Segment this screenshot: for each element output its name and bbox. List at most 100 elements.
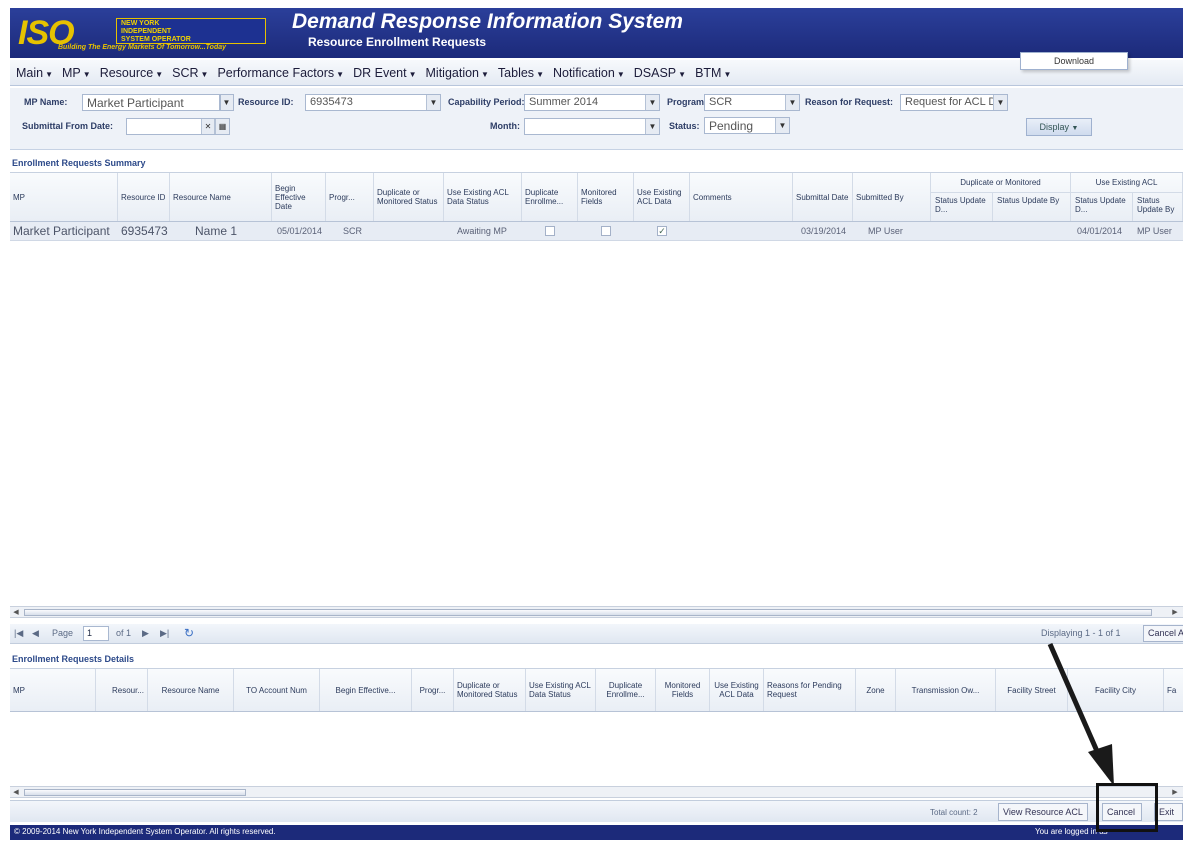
scrollbar-thumb[interactable] <box>24 789 246 796</box>
refresh-icon[interactable]: ↻ <box>184 626 194 640</box>
dcol-resource-name[interactable]: Resource Name <box>148 669 234 711</box>
program-select[interactable]: SCR ▼ <box>704 94 800 111</box>
exit-button[interactable]: Exit <box>1154 803 1183 821</box>
month-label: Month: <box>490 121 520 131</box>
col-begin-date[interactable]: Begin Effective Date <box>272 173 326 221</box>
cancel-acl-button[interactable]: Cancel ACL <box>1143 625 1183 642</box>
scroll-right-icon[interactable]: ▶ <box>1170 788 1180 797</box>
displaying-count: Displaying 1 - 1 of 1 <box>1041 628 1121 638</box>
dcol-reasons-pending[interactable]: Reasons for Pending Request <box>764 669 856 711</box>
cell-begin-date: 05/01/2014 <box>277 226 323 236</box>
col-comments[interactable]: Comments <box>690 173 793 221</box>
col-acl-status-update-date[interactable]: Status Update D... <box>1071 193 1133 221</box>
col-submitted-by[interactable]: Submitted By <box>853 173 931 221</box>
chevron-down-icon: ▼ <box>155 69 164 79</box>
menu-dr-event[interactable]: DR Event ▼ <box>353 66 416 80</box>
view-resource-acl-button[interactable]: View Resource ACL <box>998 803 1088 821</box>
dcol-acl-status[interactable]: Use Existing ACL Data Status <box>526 669 596 711</box>
col-duplicate-enrollment[interactable]: Duplicate Enrollme... <box>522 173 578 221</box>
reason-select[interactable]: Request for ACL Da ▼ <box>900 94 1008 111</box>
dcol-use-acl[interactable]: Use Existing ACL Data <box>710 669 764 711</box>
clear-icon[interactable]: ✕ <box>201 119 215 134</box>
status-select[interactable]: Pending ▼ <box>704 117 790 134</box>
scroll-right-icon[interactable]: ▶ <box>1170 608 1180 617</box>
summary-section-title: Enrollment Requests Summary <box>12 158 146 168</box>
submittal-from-input[interactable]: ✕ ▦ <box>126 118 230 135</box>
capability-period-label: Capability Period: <box>448 97 525 107</box>
next-page-icon[interactable]: ▶ <box>142 628 149 639</box>
dcol-duplicate-enrollment[interactable]: Duplicate Enrollme... <box>596 669 656 711</box>
app-header: ISO NEW YORK INDEPENDENT SYSTEM OPERATOR… <box>10 8 1183 58</box>
menu-resource[interactable]: Resource ▼ <box>100 66 163 80</box>
table-row[interactable]: Market Participant 6935473 Name 1 05/01/… <box>10 222 1183 241</box>
scroll-left-icon[interactable]: ◀ <box>11 608 21 617</box>
chevron-down-icon: ▼ <box>221 95 233 110</box>
col-dup-status-update-by[interactable]: Status Update By <box>993 193 1071 221</box>
month-select[interactable]: ▼ <box>524 118 660 135</box>
logo-tagline: Building The Energy Markets Of Tomorrow.… <box>58 44 227 51</box>
summary-horizontal-scrollbar[interactable]: ◀ ▶ <box>10 606 1183 618</box>
menu-scr[interactable]: SCR ▼ <box>172 66 208 80</box>
menu-dsasp[interactable]: DSASP ▼ <box>634 66 686 80</box>
menu-main[interactable]: Main ▼ <box>16 66 53 80</box>
app-title: Demand Response Information System <box>292 10 683 33</box>
capability-period-select[interactable]: Summer 2014 ▼ <box>524 94 660 111</box>
calendar-icon[interactable]: ▦ <box>215 119 229 134</box>
dcol-monitored-fields[interactable]: Monitored Fields <box>656 669 710 711</box>
chevron-down-icon: ▼ <box>616 69 625 79</box>
dcol-begin-effective[interactable]: Begin Effective... <box>320 669 412 711</box>
duplicate-checkbox[interactable] <box>545 226 555 236</box>
col-mp[interactable]: MP <box>10 173 118 221</box>
page-number-input[interactable]: 1 <box>83 626 109 641</box>
use-acl-checkbox[interactable]: ✓ <box>657 226 667 236</box>
download-menu-item[interactable]: Download <box>1020 52 1128 70</box>
dcol-zone[interactable]: Zone <box>856 669 896 711</box>
menu-performance-factors[interactable]: Performance Factors ▼ <box>217 66 344 80</box>
col-program[interactable]: Progr... <box>326 173 374 221</box>
menu-notification[interactable]: Notification ▼ <box>553 66 625 80</box>
display-button[interactable]: Display ▼ <box>1026 118 1092 136</box>
chevron-down-icon: ▼ <box>426 95 440 110</box>
mp-name-dropdown[interactable]: ▼ <box>220 94 234 111</box>
col-resource-id[interactable]: Resource ID <box>118 173 170 221</box>
menu-mp[interactable]: MP ▼ <box>62 66 91 80</box>
menu-btm[interactable]: BTM ▼ <box>695 66 731 80</box>
chevron-down-icon: ▼ <box>785 95 799 110</box>
mp-name-select[interactable]: Market Participant <box>82 94 220 111</box>
resource-id-select[interactable]: 6935473 ▼ <box>305 94 441 111</box>
chevron-down-icon: ▼ <box>45 69 54 79</box>
scrollbar-thumb[interactable] <box>24 609 1152 616</box>
menu-tables[interactable]: Tables ▼ <box>498 66 544 80</box>
dcol-mp[interactable]: MP <box>10 669 96 711</box>
chevron-down-icon: ▼ <box>723 69 732 79</box>
last-page-icon[interactable]: ▶| <box>160 628 169 639</box>
dcol-duplicate-status[interactable]: Duplicate or Monitored Status <box>454 669 526 711</box>
details-toolbar: Total count: 2 View Resource ACL Cancel … <box>10 800 1183 822</box>
dcol-resource[interactable]: Resour... <box>96 669 148 711</box>
col-duplicate-status[interactable]: Duplicate or Monitored Status <box>374 173 444 221</box>
chevron-down-icon: ▼ <box>678 69 687 79</box>
chevron-down-icon: ▼ <box>1071 125 1079 132</box>
dcol-to-account[interactable]: TO Account Num <box>234 669 320 711</box>
dcol-program[interactable]: Progr... <box>412 669 454 711</box>
first-page-icon[interactable]: |◀ <box>14 628 23 639</box>
cell-acl-update-by: MP User <box>1137 226 1172 236</box>
col-submittal-date[interactable]: Submittal Date <box>793 173 853 221</box>
col-acl-status[interactable]: Use Existing ACL Data Status <box>444 173 522 221</box>
monitored-checkbox[interactable] <box>601 226 611 236</box>
dcol-facility-more[interactable]: Fa <box>1164 669 1183 711</box>
col-resource-name[interactable]: Resource Name <box>170 173 272 221</box>
col-dup-status-update-date[interactable]: Status Update D... <box>931 193 993 221</box>
col-monitored-fields[interactable]: Monitored Fields <box>578 173 634 221</box>
chevron-down-icon: ▼ <box>408 69 417 79</box>
details-horizontal-scrollbar[interactable]: ◀ ▶ <box>10 786 1183 798</box>
annotation-arrow-icon <box>1047 642 1114 786</box>
col-acl-status-update-by[interactable]: Status Update By <box>1133 193 1183 221</box>
nyiso-logo: ISO NEW YORK INDEPENDENT SYSTEM OPERATOR… <box>18 14 268 52</box>
prev-page-icon[interactable]: ◀ <box>32 628 39 639</box>
menu-mitigation[interactable]: Mitigation ▼ <box>426 66 489 80</box>
total-count: Total count: 2 <box>930 808 978 817</box>
col-use-acl[interactable]: Use Existing ACL Data <box>634 173 690 221</box>
scroll-left-icon[interactable]: ◀ <box>11 788 21 797</box>
dcol-transmission-owner[interactable]: Transmission Ow... <box>896 669 996 711</box>
